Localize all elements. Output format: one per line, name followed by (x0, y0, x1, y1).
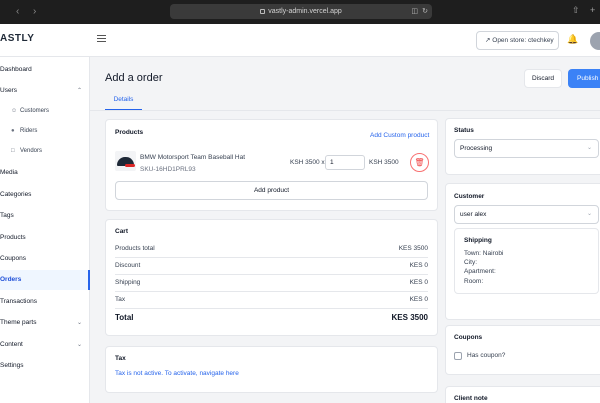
share-icon[interactable]: ⇧ (572, 5, 580, 16)
tax-message: Tax is not active. To activate, navigate… (115, 370, 239, 377)
browser-chrome: ‹ › vastly-admin.vercel.app ◫ ↻ ⇧ + (0, 0, 600, 24)
product-thumbnail (115, 151, 136, 171)
cart-total-label: Total (115, 313, 134, 322)
cart-label-discount: Discount (115, 262, 141, 269)
page-title: Add a order (105, 72, 163, 84)
quantity-input[interactable] (325, 155, 365, 170)
add-product-button[interactable]: Add product (115, 181, 428, 200)
reload-icon[interactable]: ↻ (422, 4, 428, 19)
sidebar-item-tags[interactable]: Tags (0, 206, 90, 226)
chevron-down-icon: ⌄ (76, 320, 82, 326)
coupons-card (445, 325, 600, 375)
client-note-heading: Client note (454, 395, 488, 402)
shipping-city: City: (464, 259, 477, 266)
avatar[interactable] (590, 32, 600, 50)
chevron-down-icon: ⌄ (76, 342, 82, 348)
sidebar-item-customers[interactable]: ☺ Customers (0, 101, 90, 121)
coupons-heading: Coupons (454, 334, 483, 341)
lock-icon (260, 9, 266, 14)
cart-value-tax: KES 0 (409, 296, 428, 303)
sidebar-item-categories[interactable]: Categories (0, 185, 90, 205)
sidebar-item-products[interactable]: Products (0, 228, 90, 248)
divider (115, 308, 428, 309)
trash-icon: 🗑 (414, 158, 425, 167)
product-line-total: KSH 3500 (369, 159, 399, 166)
product-sku: SKU-16HD1PRL93 (140, 166, 196, 173)
sidebar-item-riders[interactable]: ● Riders (0, 121, 90, 141)
users-icon: ☺ (11, 108, 18, 114)
new-tab-icon[interactable]: + (590, 5, 595, 15)
shipping-apartment: Apartment: (464, 268, 496, 275)
sidebar-item-vendors[interactable]: □ Vendors (0, 141, 90, 161)
delete-product-button[interactable]: 🗑 (410, 153, 429, 172)
shipping-town: Town: Nairobi (464, 250, 504, 257)
chevron-right-icon[interactable]: › (33, 6, 36, 17)
cart-value-shipping: KES 0 (409, 279, 428, 286)
chevron-down-icon: ⌄ (586, 145, 592, 151)
open-store-button[interactable]: ↗ Open store: ctechkey (476, 31, 559, 50)
sidebar-item-content[interactable]: Content ⌄ (0, 335, 90, 355)
bell-icon[interactable]: 🔔 (567, 34, 578, 45)
top-bar: ASTLY ↗ Open store: ctechkey 🔔 (0, 24, 600, 57)
cart-label-shipping: Shipping (115, 279, 141, 286)
external-link-icon: ↗ (485, 37, 491, 44)
cart-label-products-total: Products total (115, 245, 155, 252)
cart-value-products-total: KES 3500 (398, 245, 428, 252)
shipping-room: Room: (464, 278, 484, 285)
product-name: BMW Motorsport Team Baseball Hat (140, 154, 245, 161)
address-bar[interactable]: vastly-admin.vercel.app ◫ ↻ (170, 4, 432, 19)
sidebar: Dashboard Users ⌃ ☺ Customers ● Riders □ Ven… (0, 57, 90, 403)
sidebar-item-settings[interactable]: Settings (0, 356, 90, 376)
sidebar-item-dashboard[interactable]: Dashboard (0, 60, 90, 80)
shipping-heading: Shipping (464, 237, 492, 244)
divider (115, 291, 428, 292)
cart-label-tax: Tax (115, 296, 126, 303)
product-unit-price: KSH 3500 x (290, 159, 325, 166)
cart-heading: Cart (115, 228, 129, 235)
tab-divider (90, 110, 600, 111)
cart-total-value: KES 3500 (391, 313, 428, 322)
tax-heading: Tax (115, 355, 126, 362)
sidebar-item-coupons[interactable]: Coupons (0, 249, 90, 269)
brand-logo: ASTLY (0, 33, 35, 44)
sidebar-item-media[interactable]: Media (0, 163, 90, 183)
divider (115, 257, 428, 258)
status-heading: Status (454, 127, 474, 134)
sidebar-item-theme-parts[interactable]: Theme parts ⌄ (0, 313, 90, 333)
customer-heading: Customer (454, 193, 485, 200)
chevron-left-icon[interactable]: ‹ (16, 6, 19, 17)
hamburger-menu-icon[interactable] (97, 35, 106, 43)
chevron-up-icon: ⌃ (76, 88, 82, 94)
customer-select[interactable]: user alex ⌄ (454, 205, 599, 224)
navigate-here-link[interactable]: navigate here (199, 370, 238, 377)
cart-value-discount: KES 0 (409, 262, 428, 269)
products-heading: Products (115, 129, 144, 136)
bike-icon: ● (11, 128, 15, 134)
status-select[interactable]: Processing ⌄ (454, 139, 599, 158)
chevron-down-icon: ⌄ (586, 211, 592, 217)
has-coupon-label: Has coupon? (467, 352, 506, 359)
add-custom-product-link[interactable]: Add Custom product (370, 132, 429, 139)
sidebar-item-transactions[interactable]: Transactions (0, 292, 90, 312)
tab-details[interactable]: Details (105, 96, 142, 110)
divider (115, 274, 428, 275)
store-icon: □ (11, 148, 15, 154)
sidebar-item-users[interactable]: Users ⌃ (0, 81, 90, 101)
translate-icon[interactable]: ◫ (411, 4, 418, 19)
publish-button[interactable]: Publish (568, 69, 600, 88)
sidebar-item-orders[interactable]: Orders (0, 270, 90, 290)
discard-button[interactable]: Discard (524, 69, 562, 88)
has-coupon-checkbox[interactable] (454, 352, 462, 360)
